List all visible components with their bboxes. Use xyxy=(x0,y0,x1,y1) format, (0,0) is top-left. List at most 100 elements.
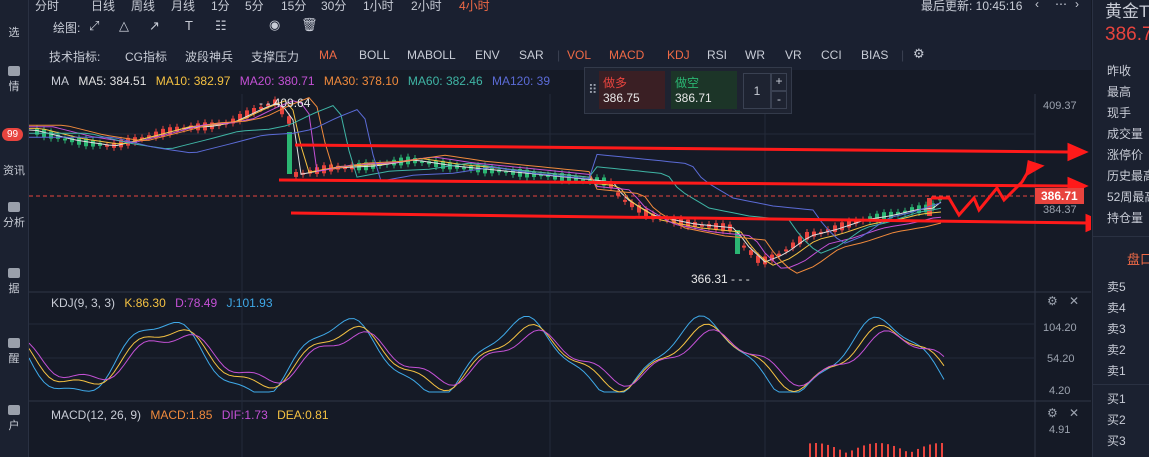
candle xyxy=(742,245,746,248)
price-axis-lower: 384.37 xyxy=(1043,204,1077,216)
macd-close-icon[interactable]: ✕ xyxy=(1069,406,1079,420)
triangle-tool-icon[interactable]: △ xyxy=(119,18,129,34)
arrow-tool-icon[interactable]: ↗ xyxy=(149,18,160,34)
candle xyxy=(63,138,67,141)
indicator-wr[interactable]: WR xyxy=(745,48,765,62)
indicator-macd[interactable]: MACD xyxy=(609,48,644,62)
indicator-boll[interactable]: BOLL xyxy=(359,48,390,62)
indicator-support[interactable]: 支撑压力 xyxy=(251,48,299,65)
sidebar-item-quotes[interactable]: 情 xyxy=(0,66,28,94)
ask-5: 卖5 xyxy=(1107,280,1126,294)
tab-period[interactable]: 周线 xyxy=(131,0,155,14)
chart-canvas xyxy=(29,94,1091,457)
indicator-cg[interactable]: CG指标 xyxy=(125,48,167,65)
sidebar-label: 户 xyxy=(8,420,20,432)
indicator-maboll[interactable]: MABOLL xyxy=(407,48,456,62)
ma20-value: MA20: 380.71 xyxy=(239,74,315,88)
indicator-sar[interactable]: SAR xyxy=(519,48,544,62)
indicator-bias[interactable]: BIAS xyxy=(861,48,888,62)
current-price-tag: 386.71 xyxy=(1035,188,1084,204)
macd-bar xyxy=(923,446,925,457)
kdj-settings-icon[interactable]: ⚙ xyxy=(1047,294,1058,308)
tab-period[interactable]: 2小时 xyxy=(411,0,442,14)
more-icon[interactable]: ⋯ xyxy=(1055,0,1067,11)
sidebar-item-data[interactable]: 据 xyxy=(0,268,28,296)
indicator-boduan[interactable]: 波段神兵 xyxy=(185,48,233,65)
sidebar-label: 选 xyxy=(8,27,20,39)
macd-bar xyxy=(911,451,913,457)
macd-settings-icon[interactable]: ⚙ xyxy=(1047,406,1058,420)
indicator-rsi[interactable]: RSI xyxy=(707,48,727,62)
macd-axis-top: 4.91 xyxy=(1049,424,1071,436)
macd-value: MACD:1.85 xyxy=(150,408,213,422)
tab-period[interactable]: 1分 xyxy=(211,0,230,14)
quantity-minus-button[interactable]: - xyxy=(771,91,787,109)
bid-3: 买3 xyxy=(1107,434,1126,448)
indicator-label: 技术指标: xyxy=(49,50,101,64)
sidebar-item-account[interactable]: 户 xyxy=(0,405,28,433)
candle xyxy=(287,116,291,124)
tab-period-active[interactable]: 4小时 xyxy=(459,0,490,14)
sidebar-label: 醒 xyxy=(8,353,20,365)
tab-period[interactable]: 5分 xyxy=(245,0,264,14)
sidebar-item-analysis[interactable]: 分析 xyxy=(0,202,28,230)
indicator-ma[interactable]: MA xyxy=(319,48,337,62)
macd-bar xyxy=(833,447,835,457)
chevron-left-icon[interactable]: ‹ xyxy=(1035,0,1039,11)
price-axis-top: 409.37 xyxy=(1043,100,1077,112)
indicator-env[interactable]: ENV xyxy=(475,48,500,62)
indicator-vr[interactable]: VR xyxy=(785,48,802,62)
sell-button[interactable]: 做空 386.71 xyxy=(671,71,737,109)
field-last-volume: 现手 xyxy=(1107,106,1132,120)
kdj-close-icon[interactable]: ✕ xyxy=(1069,294,1079,308)
quantity-plus-button[interactable]: + xyxy=(771,73,787,91)
tab-period[interactable]: 30分 xyxy=(321,0,346,14)
eye-icon[interactable]: ◉ xyxy=(269,17,280,33)
ma-legend-title: MA xyxy=(51,74,69,88)
indicator-kdj[interactable]: KDJ xyxy=(667,48,690,62)
line-tool-icon[interactable]: ⤢ xyxy=(89,18,99,34)
field-hist-high: 历史最高 xyxy=(1107,169,1149,183)
buy-button[interactable]: 做多 386.75 xyxy=(599,71,665,109)
macd-bar xyxy=(869,443,871,457)
sidebar-item-news[interactable]: 资讯 xyxy=(0,162,28,178)
tab-period[interactable]: 15分 xyxy=(281,0,306,14)
chevron-right-icon[interactable]: › xyxy=(1075,0,1079,11)
candle xyxy=(749,250,753,255)
ma10-value: MA10: 382.97 xyxy=(155,74,231,88)
macd-bar xyxy=(845,452,847,457)
candle xyxy=(462,167,466,170)
sidebar-item-select[interactable]: 选 xyxy=(0,24,28,40)
ask-4: 卖4 xyxy=(1107,301,1126,315)
macd-bar xyxy=(881,443,883,457)
candle xyxy=(833,225,837,232)
gear-icon[interactable]: ⚙ xyxy=(913,46,925,62)
tab-period[interactable]: 日线 xyxy=(91,0,115,14)
macd-bar xyxy=(929,444,931,457)
macd-bar xyxy=(893,445,895,457)
note-tool-icon[interactable]: ☷ xyxy=(215,18,227,34)
tab-period[interactable]: 1小时 xyxy=(363,0,394,14)
trash-icon[interactable]: 🗑 xyxy=(301,17,318,33)
candle xyxy=(784,249,788,252)
tab-period[interactable]: 月线 xyxy=(171,0,195,14)
kdj-j: J:101.93 xyxy=(226,296,273,310)
ma-line xyxy=(29,105,942,254)
text-tool-icon[interactable]: T xyxy=(185,18,193,33)
macd-bar xyxy=(851,450,853,457)
candle xyxy=(287,132,292,174)
kdj-k: K:86.30 xyxy=(124,296,166,310)
indicator-vol[interactable]: VOL xyxy=(567,48,591,62)
macd-bar xyxy=(875,443,877,457)
pie-icon xyxy=(8,268,20,278)
analysis-icon xyxy=(8,202,20,212)
quantity-input[interactable]: 1 xyxy=(743,73,771,109)
sidebar-item-alert[interactable]: 醒 xyxy=(0,338,28,366)
sidebar-label: 资讯 xyxy=(3,165,25,177)
tab-period[interactable]: 分时 xyxy=(35,0,59,14)
bid-2: 买2 xyxy=(1107,413,1126,427)
macd-bar xyxy=(887,444,889,457)
candle xyxy=(623,199,627,202)
indicator-cci[interactable]: CCI xyxy=(821,48,842,62)
drag-handle-icon[interactable]: ⠿ xyxy=(588,82,598,98)
